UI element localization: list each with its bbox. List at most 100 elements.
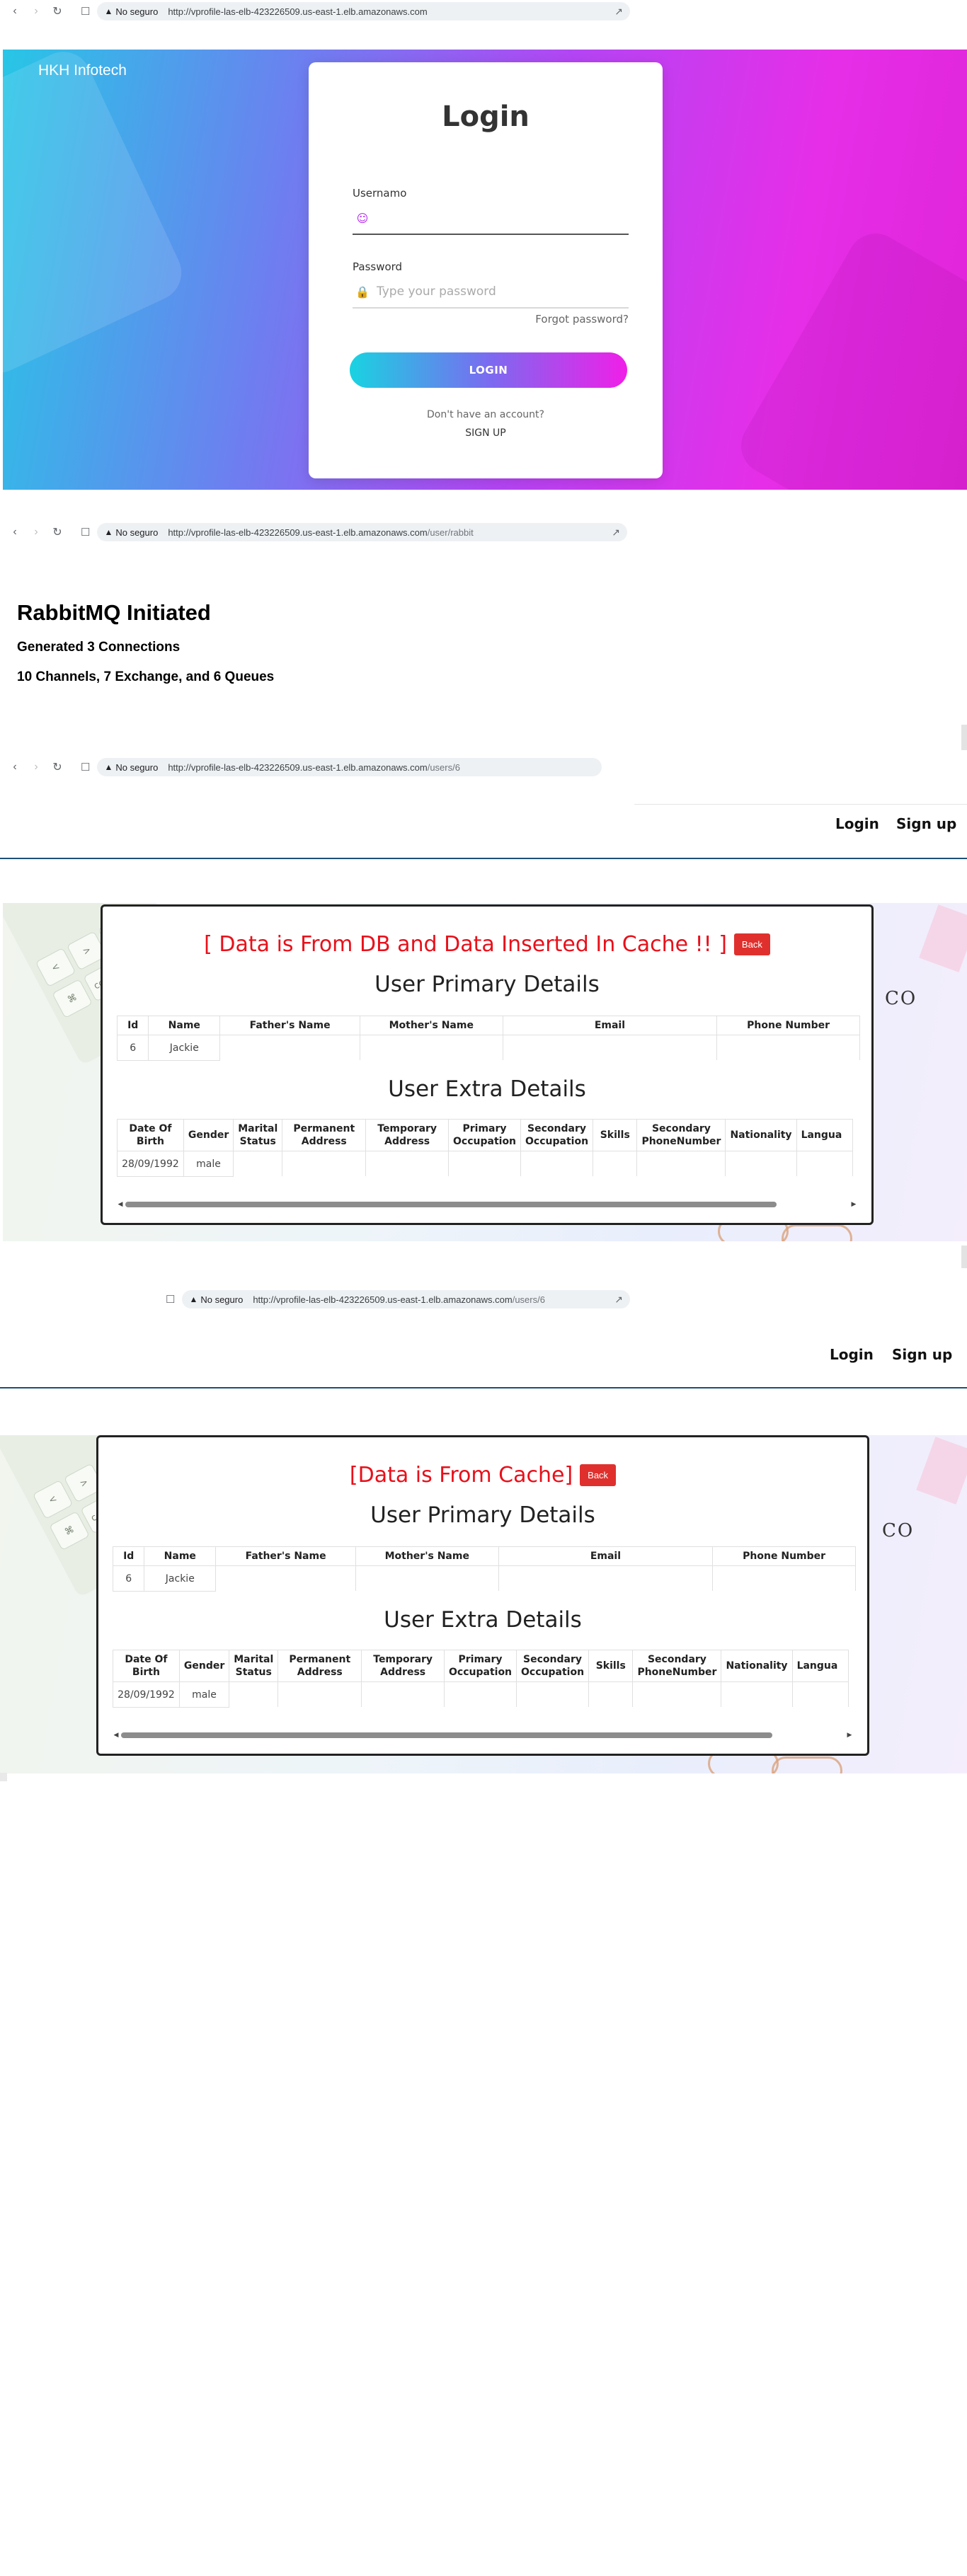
url-text[interactable]: http://vprofile-las-elb-423226509.us-eas…	[168, 6, 609, 17]
nav-login-link[interactable]: Login	[835, 815, 879, 832]
extra-details-title: User Extra Details	[384, 1607, 582, 1633]
rabbitmq-page: RabbitMQ Initiated Generated 3 Connectio…	[0, 552, 967, 750]
reload-icon[interactable]: ↻	[50, 524, 65, 540]
column-header: Phone Number	[712, 1546, 856, 1566]
table-cell	[444, 1681, 517, 1708]
forward-icon[interactable]: ›	[28, 759, 44, 775]
column-header: Primary Occupation	[448, 1119, 522, 1151]
column-header: Father's Name	[219, 1016, 360, 1035]
url-path: /user/rabbit	[427, 527, 474, 538]
decoration-right: CO	[861, 1435, 967, 1773]
security-indicator[interactable]: ▲ No seguro	[104, 6, 158, 17]
screenshot-page: ‹ › ↻ ☐ ▲ No seguro http://vprofile-las-e…	[0, 0, 967, 2576]
scroll-left-icon[interactable]: ◀	[111, 1732, 121, 1739]
horizontal-scrollbar[interactable]: ◀ ▶	[111, 1730, 854, 1740]
column-header: Secondary Occupation	[516, 1650, 590, 1682]
scroll-right-icon[interactable]: ▶	[849, 1201, 859, 1208]
bookmark-icon[interactable]: ☐	[166, 1293, 175, 1306]
share-icon[interactable]: ↗	[614, 6, 623, 18]
table-cell	[721, 1681, 793, 1708]
username-label: Usernamo	[353, 187, 407, 200]
back-icon[interactable]: ‹	[7, 524, 23, 540]
column-header: Phone Number	[716, 1016, 860, 1035]
address-bar[interactable]: ▲ No seguro http://vprofile-las-elb-42322…	[182, 1290, 630, 1309]
bookmark-icon[interactable]: ☐	[81, 526, 90, 539]
column-header: Gender	[183, 1119, 234, 1151]
reload-icon[interactable]: ↻	[50, 4, 65, 19]
column-header: Email	[498, 1546, 714, 1566]
forward-icon[interactable]: ›	[28, 4, 44, 19]
address-bar[interactable]: ▲ No seguro http://vprofile-las-elb-42322…	[97, 758, 602, 776]
nav-login-link[interactable]: Login	[830, 1346, 874, 1363]
card-header: [Data is From Cache] Back	[98, 1463, 867, 1488]
brand-logo[interactable]: HKH Infotech	[38, 62, 127, 79]
password-field[interactable]: 🔒	[353, 276, 629, 309]
horizontal-scrollbar[interactable]: ◀ ▶	[115, 1200, 859, 1209]
table-cell	[725, 1151, 797, 1177]
table-cell: Jackie	[148, 1035, 221, 1061]
table-cell	[796, 1151, 854, 1177]
table-cell	[277, 1681, 362, 1708]
back-button[interactable]: Back	[580, 1464, 617, 1486]
scroll-right-icon[interactable]: ▶	[845, 1732, 854, 1739]
table-cell	[219, 1035, 360, 1061]
warning-icon: ▲	[104, 762, 113, 772]
scrollbar-thumb[interactable]	[961, 1246, 967, 1268]
share-icon[interactable]: ↗	[612, 527, 620, 539]
table-cell	[712, 1565, 856, 1592]
url-text[interactable]: http://vprofile-las-elb-423226509.us-eas…	[253, 1294, 609, 1305]
bookmark-icon[interactable]: ☐	[81, 5, 90, 18]
channels-text: 10 Channels, 7 Exchange, and 6 Queues	[17, 669, 275, 684]
site-navbar: Login Sign up	[0, 804, 967, 861]
column-header: Secondary Occupation	[520, 1119, 594, 1151]
scrollbar-track[interactable]	[125, 1202, 849, 1207]
command-key-icon: ⌘	[52, 979, 93, 1019]
column-header: Marital Status	[233, 1119, 283, 1151]
url-host: http://vprofile-las-elb-423226509.us-eas…	[168, 6, 428, 17]
navbar-rule	[0, 1387, 967, 1388]
reload-icon[interactable]: ↻	[50, 759, 65, 775]
scroll-left-icon[interactable]: ◀	[115, 1201, 125, 1208]
nav-signup-link[interactable]: Sign up	[896, 815, 956, 832]
bookmark-icon[interactable]: ☐	[81, 761, 90, 774]
scrollbar-thumb[interactable]	[125, 1202, 777, 1207]
table-row: 6 Jackie	[112, 1565, 856, 1592]
connections-text: Generated 3 Connections	[17, 640, 181, 655]
signup-link[interactable]: SIGN UP	[309, 427, 663, 439]
share-icon[interactable]: ↗	[614, 1294, 623, 1306]
forward-icon[interactable]: ›	[28, 524, 44, 540]
forgot-password-link[interactable]: Forgot password?	[535, 313, 629, 326]
back-icon[interactable]: ‹	[7, 4, 23, 19]
password-input[interactable]	[372, 276, 629, 307]
keyboard-key: <	[35, 947, 76, 987]
primary-details-table: Id Name Father's Name Mother's Name Emai…	[112, 1546, 856, 1592]
site-navbar: Login Sign up	[0, 1335, 967, 1391]
security-indicator[interactable]: ▲ No seguro	[104, 762, 158, 773]
url-text[interactable]: http://vprofile-las-elb-423226509.us-eas…	[168, 762, 595, 773]
column-header: Date Of Birth	[113, 1650, 180, 1682]
paperclip-image	[782, 1224, 852, 1241]
table-cell	[520, 1151, 594, 1177]
login-button[interactable]: LOGIN	[350, 352, 627, 388]
back-button[interactable]: Back	[733, 933, 770, 955]
navbar-rule	[0, 858, 967, 859]
table-cell: 6	[112, 1565, 145, 1592]
scrollbar-track[interactable]	[121, 1732, 845, 1738]
url-text[interactable]: http://vprofile-las-elb-423226509.us-eas…	[168, 527, 606, 538]
address-bar[interactable]: ▲ No seguro http://vprofile-las-elb-42322…	[97, 523, 627, 541]
column-header: Email	[502, 1016, 718, 1035]
table-header-row: Id Name Father's Name Mother's Name Emai…	[112, 1546, 856, 1566]
security-indicator[interactable]: ▲ No seguro	[104, 527, 158, 538]
security-label: No seguro	[115, 761, 159, 773]
scrollbar-fragment	[0, 1773, 7, 1781]
address-bar[interactable]: ▲ No seguro http://vprofile-las-elb-42322…	[97, 2, 630, 21]
username-input[interactable]	[372, 202, 629, 234]
username-field[interactable]: ☺	[353, 202, 629, 235]
browser-toolbar: ‹ › ↻ ☐ ▲ No seguro http://vprofile-las-e…	[7, 521, 627, 544]
security-indicator[interactable]: ▲ No seguro	[189, 1294, 243, 1305]
scrollbar-thumb[interactable]	[121, 1732, 772, 1738]
column-header: Mother's Name	[355, 1546, 499, 1566]
back-icon[interactable]: ‹	[7, 759, 23, 775]
nav-signup-link[interactable]: Sign up	[892, 1346, 952, 1363]
scrollbar-thumb[interactable]	[961, 725, 967, 750]
